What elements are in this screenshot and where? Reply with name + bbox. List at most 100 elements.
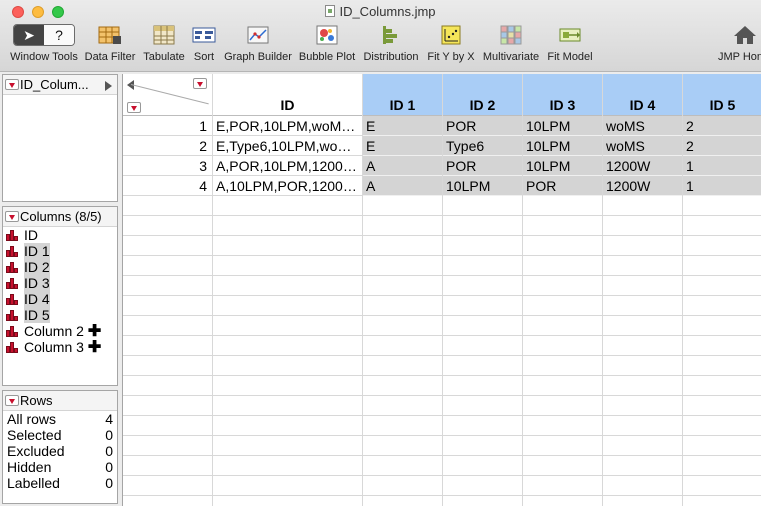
- empty-cell[interactable]: [363, 316, 442, 336]
- empty-cell[interactable]: [523, 456, 602, 476]
- table-cell[interactable]: 2: [683, 116, 761, 136]
- help-tool-icon[interactable]: ?: [44, 25, 74, 45]
- formula-plus-icon[interactable]: ✚: [88, 339, 101, 356]
- jmp-home-button[interactable]: JMP Hon: [712, 24, 761, 68]
- sort-button[interactable]: Sort: [190, 24, 218, 68]
- empty-cell[interactable]: [443, 436, 522, 456]
- bubble-plot-button[interactable]: Bubble Plot: [298, 24, 356, 68]
- window-tools-toggle[interactable]: ➤ ?: [13, 24, 75, 46]
- rows-red-triangle-icon[interactable]: [127, 102, 141, 113]
- empty-cell[interactable]: [213, 276, 362, 296]
- row-number[interactable]: [123, 416, 212, 436]
- empty-cell[interactable]: [213, 216, 362, 236]
- empty-cell[interactable]: [683, 336, 761, 356]
- empty-cell[interactable]: [523, 476, 602, 496]
- run-script-icon[interactable]: [105, 81, 112, 91]
- column-list-item[interactable]: ID: [3, 227, 117, 243]
- empty-cell[interactable]: [213, 336, 362, 356]
- table-cell[interactable]: 1200W: [603, 156, 682, 176]
- empty-cell[interactable]: [363, 436, 442, 456]
- column-list-item[interactable]: ID 4: [3, 291, 117, 307]
- empty-cell[interactable]: [683, 316, 761, 336]
- empty-cell[interactable]: [443, 256, 522, 276]
- empty-cell[interactable]: [363, 456, 442, 476]
- empty-cell[interactable]: [363, 376, 442, 396]
- empty-cell[interactable]: [603, 456, 682, 476]
- empty-cell[interactable]: [683, 416, 761, 436]
- empty-cell[interactable]: [683, 196, 761, 216]
- empty-cell[interactable]: [213, 316, 362, 336]
- data-grid[interactable]: 1234 ID E,POR,10LPM,woMS,2 E,Type6,10LPM,w…: [122, 74, 761, 506]
- table-cell[interactable]: 2: [683, 136, 761, 156]
- empty-cell[interactable]: [603, 416, 682, 436]
- empty-cell[interactable]: [363, 396, 442, 416]
- table-cell[interactable]: POR: [523, 176, 602, 196]
- columns-red-triangle-icon[interactable]: [193, 78, 207, 89]
- table-cell[interactable]: Type6: [443, 136, 522, 156]
- empty-cell[interactable]: [683, 436, 761, 456]
- table-cell[interactable]: woMS: [603, 136, 682, 156]
- empty-cell[interactable]: [683, 396, 761, 416]
- distribution-button[interactable]: Distribution: [360, 24, 422, 68]
- table-cell[interactable]: woMS: [603, 116, 682, 136]
- column-list-item[interactable]: Column 2 ✚: [3, 323, 117, 340]
- empty-cell[interactable]: [523, 196, 602, 216]
- fit-y-by-x-button[interactable]: Fit Y by X: [426, 24, 476, 68]
- empty-cell[interactable]: [443, 236, 522, 256]
- empty-cell[interactable]: [213, 196, 362, 216]
- column-header[interactable]: ID 4: [603, 74, 682, 116]
- empty-cell[interactable]: [213, 456, 362, 476]
- empty-cell[interactable]: [363, 236, 442, 256]
- empty-cell[interactable]: [683, 296, 761, 316]
- formula-plus-icon[interactable]: ✚: [88, 323, 101, 340]
- table-cell[interactable]: A,POR,10LPM,1200W,1: [213, 156, 362, 176]
- empty-cell[interactable]: [443, 196, 522, 216]
- row-number[interactable]: [123, 376, 212, 396]
- empty-cell[interactable]: [523, 256, 602, 276]
- table-cell[interactable]: E,Type6,10LPM,woMS,2: [213, 136, 362, 156]
- empty-cell[interactable]: [443, 416, 522, 436]
- row-number[interactable]: [123, 356, 212, 376]
- column-header[interactable]: ID 3: [523, 74, 602, 116]
- empty-cell[interactable]: [603, 396, 682, 416]
- empty-cell[interactable]: [363, 256, 442, 276]
- tabulate-button[interactable]: Tabulate: [140, 24, 188, 68]
- empty-cell[interactable]: [683, 256, 761, 276]
- row-number[interactable]: 4: [123, 176, 212, 196]
- graph-builder-button[interactable]: Graph Builder: [222, 24, 294, 68]
- column-header[interactable]: ID 5: [683, 74, 761, 116]
- empty-cell[interactable]: [443, 376, 522, 396]
- empty-cell[interactable]: [603, 356, 682, 376]
- multivariate-button[interactable]: Multivariate: [480, 24, 542, 68]
- table-cell[interactable]: E: [363, 136, 442, 156]
- empty-cell[interactable]: [363, 476, 442, 496]
- row-number[interactable]: [123, 336, 212, 356]
- row-number[interactable]: [123, 276, 212, 296]
- empty-cell[interactable]: [363, 216, 442, 236]
- empty-cell[interactable]: [443, 316, 522, 336]
- row-number[interactable]: [123, 396, 212, 416]
- column-list-item[interactable]: ID 3: [3, 275, 117, 291]
- empty-cell[interactable]: [213, 376, 362, 396]
- empty-cell[interactable]: [443, 396, 522, 416]
- table-cell[interactable]: A: [363, 176, 442, 196]
- empty-cell[interactable]: [443, 216, 522, 236]
- empty-cell[interactable]: [363, 336, 442, 356]
- data-filter-button[interactable]: Data Filter: [82, 24, 138, 68]
- empty-cell[interactable]: [603, 376, 682, 396]
- empty-cell[interactable]: [443, 296, 522, 316]
- empty-cell[interactable]: [523, 316, 602, 336]
- empty-cell[interactable]: [523, 416, 602, 436]
- empty-cell[interactable]: [523, 296, 602, 316]
- empty-cell[interactable]: [603, 216, 682, 236]
- empty-cell[interactable]: [523, 356, 602, 376]
- table-panel-header[interactable]: ID_Colum...: [3, 75, 117, 95]
- empty-cell[interactable]: [443, 336, 522, 356]
- column-list-item[interactable]: ID 5: [3, 307, 117, 323]
- empty-cell[interactable]: [523, 336, 602, 356]
- column-header[interactable]: ID: [213, 74, 362, 116]
- empty-cell[interactable]: [683, 216, 761, 236]
- empty-cell[interactable]: [213, 416, 362, 436]
- column-list-item[interactable]: ID 2: [3, 259, 117, 275]
- empty-cell[interactable]: [683, 376, 761, 396]
